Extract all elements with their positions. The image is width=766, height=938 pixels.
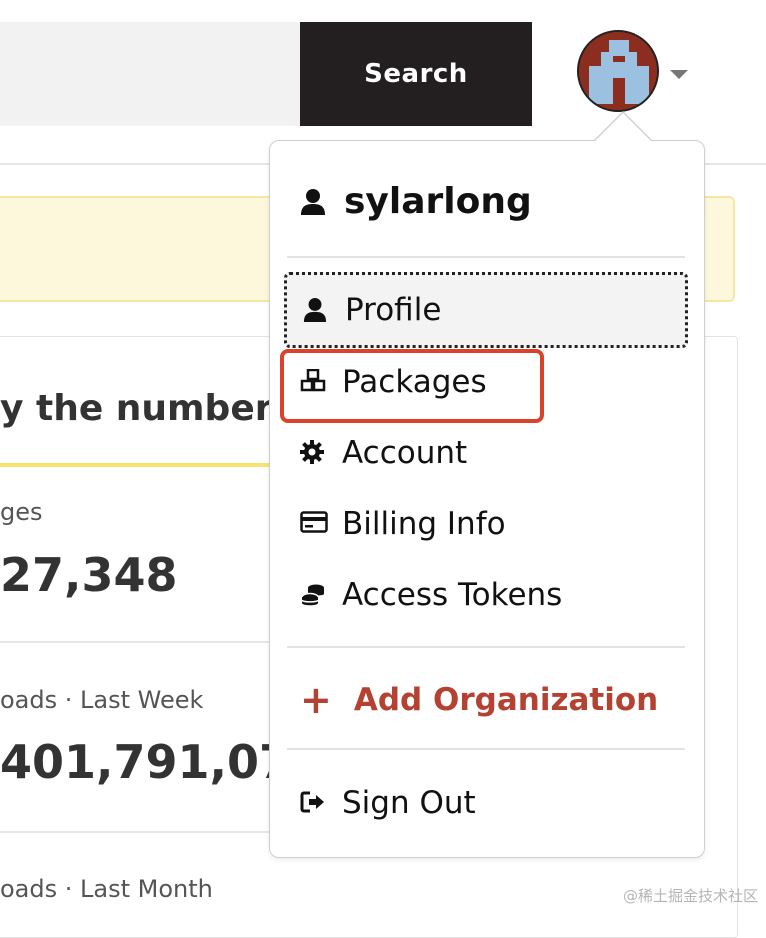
user-icon: [303, 297, 329, 323]
cubes-icon: [300, 368, 326, 395]
menu-username-row: sylarlong: [300, 175, 532, 227]
menu-arrow-inner: [595, 113, 651, 141]
menu-item-label: Profile: [345, 292, 442, 328]
menu-separator: [287, 256, 685, 258]
credit-card-icon: [300, 511, 328, 537]
watermark: @稀土掘金技术社区: [622, 887, 758, 905]
menu-item-account[interactable]: Account: [284, 417, 688, 489]
stat-label-last-week: oads · Last Week: [0, 686, 204, 714]
menu-item-label: Packages: [342, 364, 487, 400]
menu-item-label: Sign Out: [342, 785, 476, 821]
plus-icon: +: [300, 678, 332, 722]
user-icon: [300, 188, 326, 215]
menu-item-label: Access Tokens: [342, 577, 563, 613]
search-input[interactable]: [0, 22, 300, 126]
stats-title: y the numbers: [0, 388, 294, 429]
menu-separator: [287, 646, 685, 648]
menu-username: sylarlong: [344, 180, 532, 222]
caret-down-icon[interactable]: [670, 70, 688, 79]
sign-out-icon: [300, 790, 326, 816]
stat-divider: [0, 641, 270, 643]
stats-title-underline: [0, 463, 300, 467]
menu-item-profile[interactable]: Profile: [284, 272, 688, 348]
menu-item-billing-info[interactable]: Billing Info: [284, 488, 688, 560]
menu-separator: [287, 748, 685, 750]
stat-label-last-month: oads · Last Month: [0, 875, 213, 903]
avatar[interactable]: [577, 30, 659, 112]
stat-divider: [0, 831, 270, 833]
menu-item-label: Billing Info: [342, 506, 506, 542]
gear-icon: [300, 440, 326, 466]
menu-item-label: Account: [342, 435, 468, 471]
menu-item-packages[interactable]: Packages: [284, 346, 688, 418]
search-button[interactable]: Search: [300, 22, 532, 126]
add-organization-link[interactable]: + Add Organization: [300, 672, 658, 728]
coins-icon: [300, 582, 326, 608]
stat-label-packages: ges: [0, 498, 43, 526]
stat-value-packages: 27,348: [0, 548, 178, 602]
menu-item-access-tokens[interactable]: Access Tokens: [284, 559, 688, 631]
menu-item-sign-out[interactable]: Sign Out: [284, 767, 688, 839]
add-organization-label: Add Organization: [353, 682, 659, 718]
